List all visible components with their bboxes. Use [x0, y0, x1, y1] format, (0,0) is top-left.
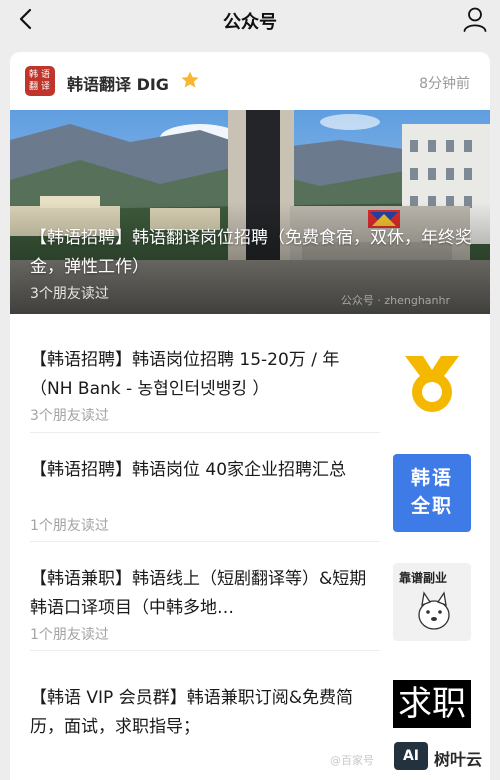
account-name[interactable]: 韩语翻译 DIG: [67, 71, 169, 95]
star-icon: [181, 71, 199, 88]
page-title: 公众号: [223, 12, 277, 33]
featured-article-title[interactable]: 【韩语招聘】韩语翻译岗位招聘（免费食宿，双休，年终奖金，弹性工作）: [30, 224, 476, 282]
footer-watermark: @百家号: [330, 754, 374, 767]
article-title[interactable]: 【韩语招聘】韩语岗位招聘 15-20万 / 年（NH Bank - 농협인터넷뱅…: [30, 346, 380, 404]
article-thumbnail[interactable]: [393, 344, 471, 422]
featured-article-reads: 3个朋友读过: [30, 286, 109, 302]
article-reads: 1个朋友读过: [30, 627, 109, 643]
brand-name: 树叶云: [434, 750, 483, 769]
post-time: 8分钟前: [419, 76, 470, 92]
nav-bar: 公众号: [0, 0, 500, 38]
account-header[interactable]: 韩 语 翻 译 韩语翻译 DIG 8分钟前: [10, 52, 490, 110]
brand-watermark: AI 树叶云: [394, 738, 494, 774]
article-thumbnail[interactable]: 靠谱副业: [393, 563, 471, 641]
article-reads: 3个朋友读过: [30, 408, 109, 424]
brand-logo: AI: [394, 742, 428, 770]
thumbnail-label: 求职: [393, 680, 471, 728]
article-title[interactable]: 【韩语 VIP 会员群】韩语兼职订阅&免费简历，面试，求职指导；: [30, 684, 380, 742]
article-title[interactable]: 【韩语招聘】韩语岗位 40家企业招聘汇总: [30, 456, 380, 485]
article-title[interactable]: 【韩语兼职】韩语线上（短剧翻译等）&短期韩语口译项目（中韩多地…: [30, 565, 380, 623]
avatar-char-1: 韩: [29, 70, 39, 80]
avatar-char-2: 语: [41, 70, 51, 80]
article-item[interactable]: 【韩语招聘】韩语岗位招聘 15-20万 / 年（NH Bank - 농협인터넷뱅…: [10, 322, 490, 430]
article-item[interactable]: 【韩语招聘】韩语岗位 40家企业招聘汇总 1个朋友读过 韩语 全职: [10, 432, 490, 540]
user-profile-icon[interactable]: [462, 6, 488, 32]
avatar-char-3: 翻: [29, 82, 39, 92]
featured-article[interactable]: 【韩语招聘】韩语翻译岗位招聘（免费食宿，双休，年终奖金，弹性工作） 3个朋友读过…: [10, 110, 490, 314]
avatar-char-4: 译: [41, 82, 51, 92]
article-reads: 1个朋友读过: [30, 518, 109, 534]
nh-bank-logo-icon: [405, 356, 459, 412]
account-avatar[interactable]: 韩 语 翻 译: [25, 66, 55, 96]
article-item[interactable]: 【韩语兼职】韩语线上（短剧翻译等）&短期韩语口译项目（中韩多地… 1个朋友读过 …: [10, 541, 490, 649]
thumbnail-label: 靠谱副业: [399, 571, 448, 585]
article-thumbnail[interactable]: 求职: [393, 664, 471, 742]
message-card: 韩 语 翻 译 韩语翻译 DIG 8分钟前 【韩语招聘】韩语翻译岗位招聘（免费食…: [10, 52, 490, 780]
article-thumbnail[interactable]: 韩语 全职: [393, 454, 471, 532]
image-watermark: 公众号 · zhenghanhr: [340, 294, 450, 307]
doge-icon: [418, 591, 450, 630]
